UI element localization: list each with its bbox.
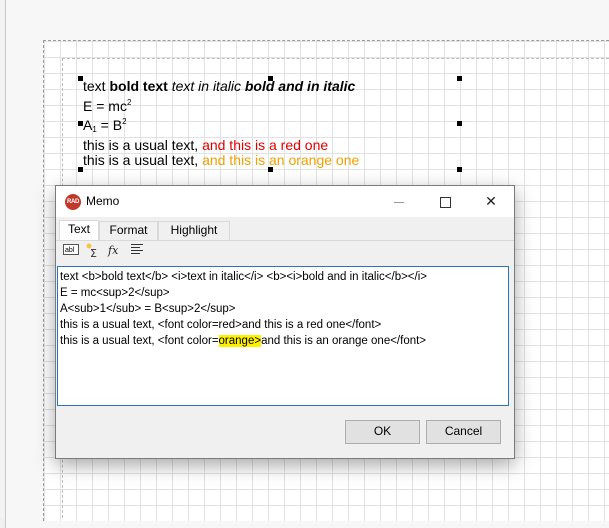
tab-format[interactable]: Format <box>99 221 158 240</box>
editor-text: this is a usual text, <font color= <box>60 335 219 347</box>
editor-text: and this is an orange one</font> <box>261 335 427 347</box>
dialog-titlebar[interactable]: RAD Memo ✕ <box>56 186 514 217</box>
preview-plain-text: this is a usual text, <box>83 152 203 168</box>
close-icon: ✕ <box>485 193 497 209</box>
resize-handle-right[interactable] <box>457 121 462 126</box>
preview-plain-text: text <box>83 78 110 94</box>
resize-handle-top-right[interactable] <box>457 76 462 81</box>
sum-icon[interactable]: Σ <box>83 242 103 262</box>
maximize-icon <box>439 196 451 208</box>
minimize-icon <box>394 201 404 203</box>
preview-line-5: this is a usual text, and this is an ora… <box>83 152 360 169</box>
editor-line: this is a usual text, <font color=red>an… <box>60 319 382 331</box>
preview-orange-text: and this is an orange one <box>202 152 360 168</box>
editor-line: E = mc<sup>2</sup> <box>60 287 170 299</box>
tab-highlight[interactable]: Highlight <box>158 221 230 240</box>
preview-red-text: and this is a red one <box>202 136 329 153</box>
preview-line-3: A1 = B2 <box>83 114 359 138</box>
resize-handle-bottom-right[interactable] <box>457 167 462 172</box>
editor-highlighted-text: orange> <box>218 335 262 347</box>
tab-divider <box>56 240 514 241</box>
svg-text:fx: fx <box>107 244 119 257</box>
preview-italic-text: text in italic <box>171 78 241 94</box>
dialog-title: Memo <box>86 194 120 208</box>
svg-text:abl: abl <box>65 247 75 254</box>
svg-text:Σ: Σ <box>90 247 97 258</box>
preview-bold-italic-text: bold and in italic <box>244 78 356 94</box>
align-icon[interactable] <box>127 242 147 262</box>
editor-line: this is a usual text, <font color=orange… <box>60 333 506 349</box>
preview-line-2: E = mc2 <box>83 95 359 115</box>
preview-superscript: 2 <box>122 117 127 126</box>
minimize-button[interactable] <box>376 186 422 217</box>
preview-bold-text: bold text <box>109 78 168 94</box>
editor-line: text <b>bold text</b> <i>text in italic<… <box>60 271 427 283</box>
editor-line: A<sub>1</sub> = B<sup>2</sup> <box>60 303 236 315</box>
memo-text-editor[interactable]: text <b>bold text</b> <i>text in italic<… <box>57 266 509 406</box>
preview-line-1: text bold text text in italic bold and i… <box>83 78 359 95</box>
preview-formula-text: E = mc <box>83 97 127 114</box>
memo-dialog: RAD Memo ✕ Text Format Highlight abl Σ f… <box>55 185 515 459</box>
maximize-button[interactable] <box>422 186 468 217</box>
preview-formula-text: A <box>83 117 93 133</box>
close-button[interactable]: ✕ <box>468 186 514 217</box>
preview-plain-text: this is a usual text, <box>83 136 203 153</box>
function-icon[interactable]: fx <box>105 242 125 262</box>
rad-app-icon: RAD <box>65 194 81 210</box>
page-margin-horizontal <box>62 58 609 59</box>
preview-formula-text: = B <box>96 117 123 133</box>
text-object-preview: text bold text text in italic bold and i… <box>83 78 360 169</box>
cancel-button[interactable]: Cancel <box>426 420 501 444</box>
tab-text[interactable]: Text <box>59 220 99 241</box>
ok-button[interactable]: OK <box>345 420 420 444</box>
preview-line-4: this is a usual text, and this is a red … <box>83 136 359 154</box>
preview-superscript: 2 <box>126 97 132 107</box>
text-field-icon[interactable]: abl <box>61 242 81 262</box>
